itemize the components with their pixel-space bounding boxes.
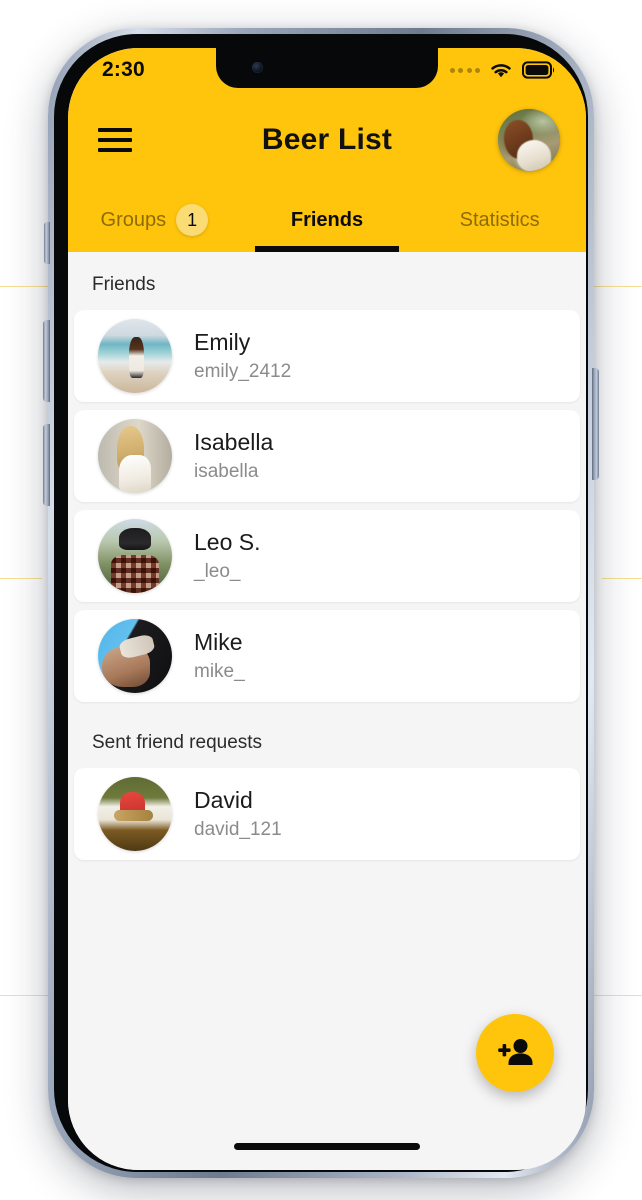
friend-name: Mike — [194, 628, 243, 655]
profile-avatar[interactable] — [498, 109, 560, 171]
phone-bezel: 2:30 Beer List Groups 1 Friends Statisti… — [54, 34, 588, 1172]
tab-friends-label: Friends — [290, 208, 364, 231]
tab-statistics-label: Statistics — [459, 208, 540, 231]
list-item[interactable]: Leo S. _leo_ — [74, 510, 580, 602]
list-item[interactable]: Mike mike_ — [74, 610, 580, 702]
tab-groups-label: Groups — [100, 208, 167, 231]
app-header: 2:30 Beer List Groups 1 Friends Statisti… — [68, 48, 586, 252]
status-time: 2:30 — [102, 58, 145, 81]
cellular-dots-icon — [449, 67, 480, 73]
friend-name: Emily — [194, 328, 251, 355]
friend-handle: david_121 — [194, 818, 282, 840]
hamburger-menu-icon[interactable] — [98, 128, 132, 152]
status-indicators — [449, 60, 557, 80]
section-header-friends: Friends — [92, 274, 156, 295]
avatar — [98, 619, 172, 693]
add-friend-button[interactable] — [476, 1014, 554, 1092]
battery-full-icon — [522, 61, 555, 79]
tab-friends[interactable]: Friends — [241, 188, 414, 252]
volume-up-button[interactable] — [43, 320, 50, 402]
wifi-icon — [491, 64, 511, 78]
phone-frame: 2:30 Beer List Groups 1 Friends Statisti… — [48, 28, 594, 1178]
avatar — [98, 777, 172, 851]
tab-statistics[interactable]: Statistics — [413, 188, 586, 252]
friend-name: Isabella — [194, 428, 274, 455]
friend-handle: _leo_ — [194, 560, 241, 582]
status-bar: 2:30 — [68, 48, 586, 92]
home-indicator — [234, 1143, 420, 1150]
tab-bar: Groups 1 Friends Statistics — [68, 188, 586, 252]
avatar — [98, 319, 172, 393]
friend-handle: mike_ — [194, 660, 245, 682]
person-add-icon — [498, 1039, 533, 1065]
friend-name: Leo S. — [194, 528, 261, 555]
background-guide-line — [588, 995, 642, 996]
list-item[interactable]: David david_121 — [74, 768, 580, 860]
avatar — [98, 519, 172, 593]
friends-list: Friends Emily emily_2412 Isabella isabel… — [68, 252, 586, 1170]
list-item[interactable]: Isabella isabella — [74, 410, 580, 502]
friend-name: David — [194, 786, 253, 813]
avatar — [98, 419, 172, 493]
navigation-bar: Beer List — [68, 92, 586, 188]
background-guide-line — [602, 578, 642, 579]
volume-down-button[interactable] — [43, 424, 50, 506]
background-guide-line — [0, 578, 42, 579]
background-guide-line — [586, 286, 642, 287]
friend-handle: emily_2412 — [194, 360, 292, 382]
phone-screen: 2:30 Beer List Groups 1 Friends Statisti… — [68, 48, 586, 1170]
power-button[interactable] — [592, 368, 599, 480]
list-item[interactable]: Emily emily_2412 — [74, 310, 580, 402]
tab-groups-badge: 1 — [176, 204, 209, 236]
friend-handle: isabella — [194, 460, 259, 482]
section-header-sent-requests: Sent friend requests — [92, 732, 263, 753]
tab-groups[interactable]: Groups 1 — [68, 188, 241, 252]
mute-switch[interactable] — [44, 222, 50, 264]
